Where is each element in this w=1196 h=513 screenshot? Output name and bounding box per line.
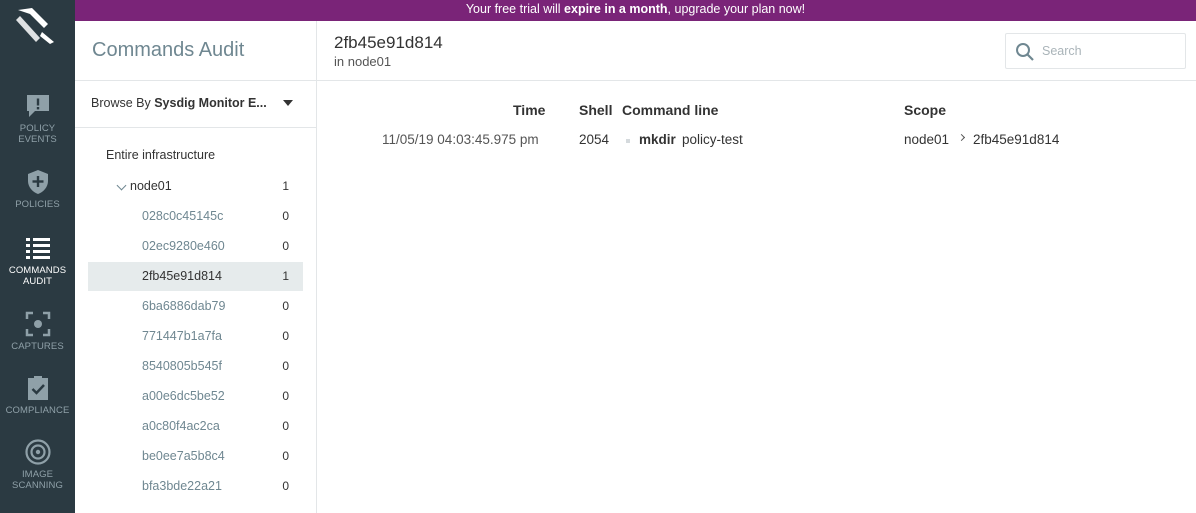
- tree-item-container[interactable]: 6ba6886dab79 0: [88, 292, 303, 321]
- tree-item-count: 0: [282, 419, 289, 433]
- tree-item-count: 0: [282, 389, 289, 403]
- column-header-scope[interactable]: Scope: [904, 102, 946, 118]
- tree-item-count: 1: [282, 269, 289, 283]
- left-nav: Policy Events Policies Commands Audit Ca…: [0, 0, 75, 513]
- search-icon: [1016, 43, 1034, 61]
- nav-label: Policies: [15, 199, 60, 210]
- row-scope-container[interactable]: 2fb45e91d814: [973, 132, 1059, 147]
- nav-item-image-scanning[interactable]: Image Scanning: [0, 438, 75, 500]
- search-input[interactable]: [1042, 42, 1177, 60]
- tree-item-container[interactable]: bfa3bde22a21 0: [88, 472, 303, 501]
- page-subtitle: in node01: [334, 54, 392, 69]
- banner-text-bold: expire in a month: [564, 2, 668, 16]
- tree-item-count: 0: [282, 239, 289, 253]
- nav-label: Captures: [11, 341, 64, 352]
- tree-item-count: 0: [282, 299, 289, 313]
- tree-item-container[interactable]: a00e6dc5be52 0: [88, 382, 303, 411]
- tree-item-count: 1: [282, 179, 289, 193]
- nav-item-captures[interactable]: Captures: [0, 310, 75, 372]
- tree-item-count: 0: [282, 359, 289, 373]
- tree-item-container[interactable]: a0c80f4ac2ca 0: [88, 412, 303, 441]
- tree-item-label: a0c80f4ac2ca: [142, 419, 220, 433]
- sysdig-logo-icon[interactable]: [14, 6, 58, 46]
- list-icon: [25, 238, 50, 259]
- command-name: mkdir: [639, 132, 676, 147]
- tree-item-label: 6ba6886dab79: [142, 299, 226, 313]
- tree-item-entire-infrastructure[interactable]: Entire infrastructure: [106, 148, 215, 162]
- banner-text-prefix: Your free trial will: [465, 2, 565, 16]
- tree-item-count: 0: [282, 209, 289, 223]
- tree-item-label: be0ee7a5b8c4: [142, 449, 225, 463]
- shield-plus-icon: [27, 170, 48, 194]
- tree-item-container[interactable]: 8540805b545f 0: [88, 352, 303, 381]
- row-command-line[interactable]: mkdir: [639, 132, 676, 147]
- tree-item-container[interactable]: 771447b1a7fa 0: [88, 322, 303, 351]
- tree-item-count: 0: [282, 449, 289, 463]
- nav-item-policies[interactable]: Policies: [0, 168, 75, 230]
- row-command-args: policy-test: [682, 132, 743, 147]
- tree-item-container[interactable]: be0ee7a5b8c4 0: [88, 442, 303, 471]
- nav-label: Compliance: [5, 405, 70, 416]
- nav-item-commands-audit[interactable]: Commands Audit: [0, 234, 75, 296]
- column-header-command-line[interactable]: Command line: [622, 102, 718, 118]
- tree-item-label: 028c0c45145c: [142, 209, 224, 223]
- chevron-right-icon: [957, 133, 966, 142]
- browse-by-dropdown[interactable]: Browse By Sysdig Monitor E...: [91, 96, 301, 110]
- tree-item-count: 0: [282, 479, 289, 493]
- trial-banner[interactable]: Your free trial will expire in a month, …: [75, 0, 1196, 21]
- browse-by-value: Sysdig Monitor E...: [154, 96, 267, 110]
- nav-label: Image Scanning: [12, 469, 63, 491]
- nav-item-compliance[interactable]: Compliance: [0, 374, 75, 436]
- tree-item-label: 8540805b545f: [142, 359, 222, 373]
- tree-item-label: node01: [130, 179, 172, 193]
- divider: [75, 127, 317, 128]
- banner-text-suffix: , upgrade your plan now!: [667, 2, 806, 16]
- tree-item-node01[interactable]: node01 1: [88, 172, 303, 201]
- search-box[interactable]: [1005, 33, 1186, 69]
- caret-down-icon[interactable]: [283, 100, 293, 106]
- tree-item-label: a00e6dc5be52: [142, 389, 225, 403]
- chevron-down-icon[interactable]: [116, 180, 127, 191]
- page-title: 2fb45e91d814: [334, 33, 443, 52]
- tree-item-container-selected[interactable]: 2fb45e91d814 1: [88, 262, 303, 291]
- tree-item-container[interactable]: 02ec9280e460 0: [88, 232, 303, 261]
- capture-focus-icon: [25, 311, 50, 337]
- tree-item-label: bfa3bde22a21: [142, 479, 222, 493]
- nav-label: Commands Audit: [8, 265, 67, 287]
- divider: [75, 80, 317, 81]
- clipboard-check-icon: [27, 376, 48, 400]
- column-header-time[interactable]: Time: [513, 102, 545, 118]
- audit-tree-panel: Commands Audit Browse By Sysdig Monitor …: [75, 21, 317, 513]
- alert-bubble-icon: [26, 95, 49, 117]
- tree-item-label: 2fb45e91d814: [142, 269, 222, 283]
- row-time[interactable]: 11/05/19 04:03:45.975 pm: [382, 132, 539, 147]
- column-header-shell[interactable]: Shell: [579, 102, 612, 118]
- main-header: 2fb45e91d814 in node01: [317, 21, 1196, 81]
- tree-item-container[interactable]: 028c0c45145c 0: [88, 202, 303, 231]
- tree-item-label: 771447b1a7fa: [142, 329, 222, 343]
- panel-title: Commands Audit: [92, 39, 245, 61]
- nav-label: Policy Events: [18, 123, 57, 145]
- nav-item-policy-events[interactable]: Policy Events: [0, 92, 75, 154]
- tree-item-count: 0: [282, 329, 289, 343]
- row-shell[interactable]: 2054: [579, 132, 609, 147]
- browse-by-label: Browse By: [91, 96, 155, 110]
- tree-item-label: 02ec9280e460: [142, 239, 225, 253]
- radar-icon: [24, 439, 51, 465]
- bullet-icon: [626, 139, 630, 143]
- row-scope-host[interactable]: node01: [904, 132, 949, 147]
